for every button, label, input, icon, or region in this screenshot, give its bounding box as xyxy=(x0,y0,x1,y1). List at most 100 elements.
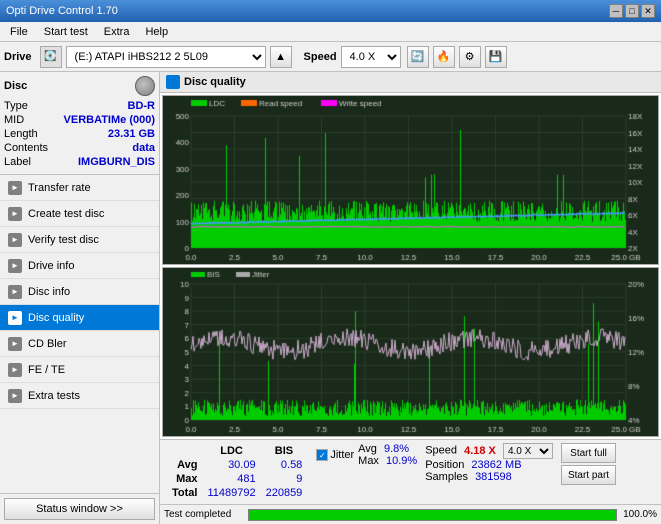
nav-item-extra-tests[interactable]: ►Extra tests xyxy=(0,383,159,409)
close-button[interactable]: ✕ xyxy=(641,4,655,18)
position-value: 23862 MB xyxy=(471,459,521,471)
stats-avg-bis: 0.58 xyxy=(262,459,307,471)
status-text: Test completed xyxy=(164,509,244,520)
disc-length-value: 23.31 GB xyxy=(108,128,155,140)
jitter-avg-value: 9.8% xyxy=(384,443,409,455)
disc-length-row: Length 23.31 GB xyxy=(4,128,155,140)
disc-mid-label: MID xyxy=(4,114,24,126)
nav-item-disc-info[interactable]: ► Disc info xyxy=(0,279,159,305)
title-bar-text: Opti Drive Control 1.70 xyxy=(6,5,118,17)
samples-value: 381598 xyxy=(475,471,512,483)
progress-percent: 100.0% xyxy=(621,509,657,520)
nav-item-label-fe-te: FE / TE xyxy=(28,364,65,376)
start-full-button[interactable]: Start full xyxy=(561,443,616,463)
stats-area: LDC BIS Avg 30.09 0.58 Max 481 9 Total 1… xyxy=(160,439,661,504)
chart1-container xyxy=(162,95,659,265)
start-buttons: Start full Start part xyxy=(561,443,616,485)
disc-mid-value: VERBATIMe (000) xyxy=(64,114,155,126)
disc-type-label: Type xyxy=(4,100,28,112)
disc-icon xyxy=(135,76,155,96)
charts-area xyxy=(160,93,661,439)
chart2-canvas xyxy=(163,268,658,436)
speed-select[interactable]: 4.0 X xyxy=(341,46,401,68)
progress-bar-inner xyxy=(249,510,616,520)
disc-label-label: Label xyxy=(4,156,31,168)
nav-item-icon-disc-info: ► xyxy=(8,285,22,299)
disc-header: Disc xyxy=(4,76,155,96)
nav-item-icon-cd-bler: ► xyxy=(8,337,22,351)
disc-title: Disc xyxy=(4,80,27,92)
drive-label: Drive xyxy=(4,51,32,63)
status-window-button[interactable]: Status window >> xyxy=(4,498,155,520)
nav-item-icon-fe-te: ► xyxy=(8,363,22,377)
disc-contents-label: Contents xyxy=(4,142,48,154)
jitter-section: ✓ Jitter Avg 9.8% Max 10.9% xyxy=(316,443,417,467)
bottom-bar: Test completed 100.0% xyxy=(160,504,661,524)
menu-help[interactable]: Help xyxy=(139,23,174,41)
speed-target: 4.0 X xyxy=(503,445,553,457)
nav-item-disc-quality[interactable]: ► Disc quality xyxy=(0,305,159,331)
save-button[interactable]: 💾 xyxy=(485,46,507,68)
menu-extra[interactable]: Extra xyxy=(98,23,136,41)
nav-item-icon-create-test-disc: ► xyxy=(8,207,22,221)
burn-button[interactable]: 🔥 xyxy=(433,46,455,68)
maximize-button[interactable]: □ xyxy=(625,4,639,18)
disc-section: Disc Type BD-R MID VERBATIMe (000) Lengt… xyxy=(0,72,159,175)
chart-title: Disc quality xyxy=(184,76,246,88)
stats-ldc-header: LDC xyxy=(203,445,259,457)
nav-item-cd-bler[interactable]: ►CD Bler xyxy=(0,331,159,357)
eject-button[interactable]: ▲ xyxy=(270,46,292,68)
nav-item-icon-disc-quality: ► xyxy=(8,311,22,325)
samples-label: Samples xyxy=(425,471,468,483)
jitter-checkbox[interactable]: ✓ xyxy=(316,449,328,461)
stats-bis-header: BIS xyxy=(262,445,307,457)
stats-max-label: Max xyxy=(168,473,201,485)
stats-max-bis: 9 xyxy=(262,473,307,485)
stats-total-ldc: 11489792 xyxy=(203,487,259,499)
progress-bar-outer xyxy=(248,509,617,521)
speed-label: Speed xyxy=(304,51,337,63)
speed-target-select[interactable]: 4.0 X xyxy=(503,443,553,459)
disc-length-label: Length xyxy=(4,128,38,140)
start-part-button[interactable]: Start part xyxy=(561,465,616,485)
nav-item-icon-drive-info: ► xyxy=(8,259,22,273)
menu-start-test[interactable]: Start test xyxy=(38,23,94,41)
sidebar: Disc Type BD-R MID VERBATIMe (000) Lengt… xyxy=(0,72,160,524)
nav-item-icon-verify-test-disc: ► xyxy=(8,233,22,247)
settings-button[interactable]: ⚙ xyxy=(459,46,481,68)
nav-item-label-verify-test-disc: Verify test disc xyxy=(28,234,99,246)
stats-avg-ldc: 30.09 xyxy=(203,459,259,471)
menu-file[interactable]: File xyxy=(4,23,34,41)
chart-header: Disc quality xyxy=(160,72,661,93)
stats-total-label: Total xyxy=(168,487,201,499)
stats-total-bis: 220859 xyxy=(262,487,307,499)
nav-item-label-disc-info: Disc info xyxy=(28,286,70,298)
title-bar-controls: ─ □ ✕ xyxy=(609,4,655,18)
right-panel: Disc quality LDC BIS Avg xyxy=(160,72,661,524)
disc-label-value: IMGBURN_DIS xyxy=(78,156,155,168)
title-bar: Opti Drive Control 1.70 ─ □ ✕ xyxy=(0,0,661,22)
chart-header-icon xyxy=(166,75,180,89)
menu-bar: File Start test Extra Help xyxy=(0,22,661,42)
main-content: Disc Type BD-R MID VERBATIMe (000) Lengt… xyxy=(0,72,661,524)
nav-item-fe-te[interactable]: ► FE / TE xyxy=(0,357,159,383)
refresh-button[interactable]: 🔄 xyxy=(407,46,429,68)
nav-item-create-test-disc[interactable]: ► Create test disc xyxy=(0,201,159,227)
nav-item-drive-info[interactable]: ►Drive info xyxy=(0,253,159,279)
drive-select[interactable]: (E:) ATAPI iHBS212 2 5L09 xyxy=(66,46,266,68)
nav-item-label-disc-quality: Disc quality xyxy=(28,312,84,324)
nav-item-label-extra-tests: Extra tests xyxy=(28,390,80,402)
nav-item-verify-test-disc[interactable]: ► Verify test disc xyxy=(0,227,159,253)
jitter-label: Jitter xyxy=(330,449,354,461)
jitter-values: Avg 9.8% Max 10.9% xyxy=(358,443,417,467)
stats-max-ldc: 481 xyxy=(203,473,259,485)
nav-item-transfer-rate[interactable]: ►Transfer rate xyxy=(0,175,159,201)
chart2-container xyxy=(162,267,659,437)
nav-section: ►Transfer rate►Create test disc►Verify t… xyxy=(0,175,159,493)
nav-item-label-transfer-rate: Transfer rate xyxy=(28,182,91,194)
disc-contents-row: Contents data xyxy=(4,142,155,154)
nav-item-label-create-test-disc: Create test disc xyxy=(28,208,104,220)
stats-avg-label: Avg xyxy=(168,459,201,471)
sidebar-bottom: Status window >> xyxy=(0,493,159,524)
minimize-button[interactable]: ─ xyxy=(609,4,623,18)
